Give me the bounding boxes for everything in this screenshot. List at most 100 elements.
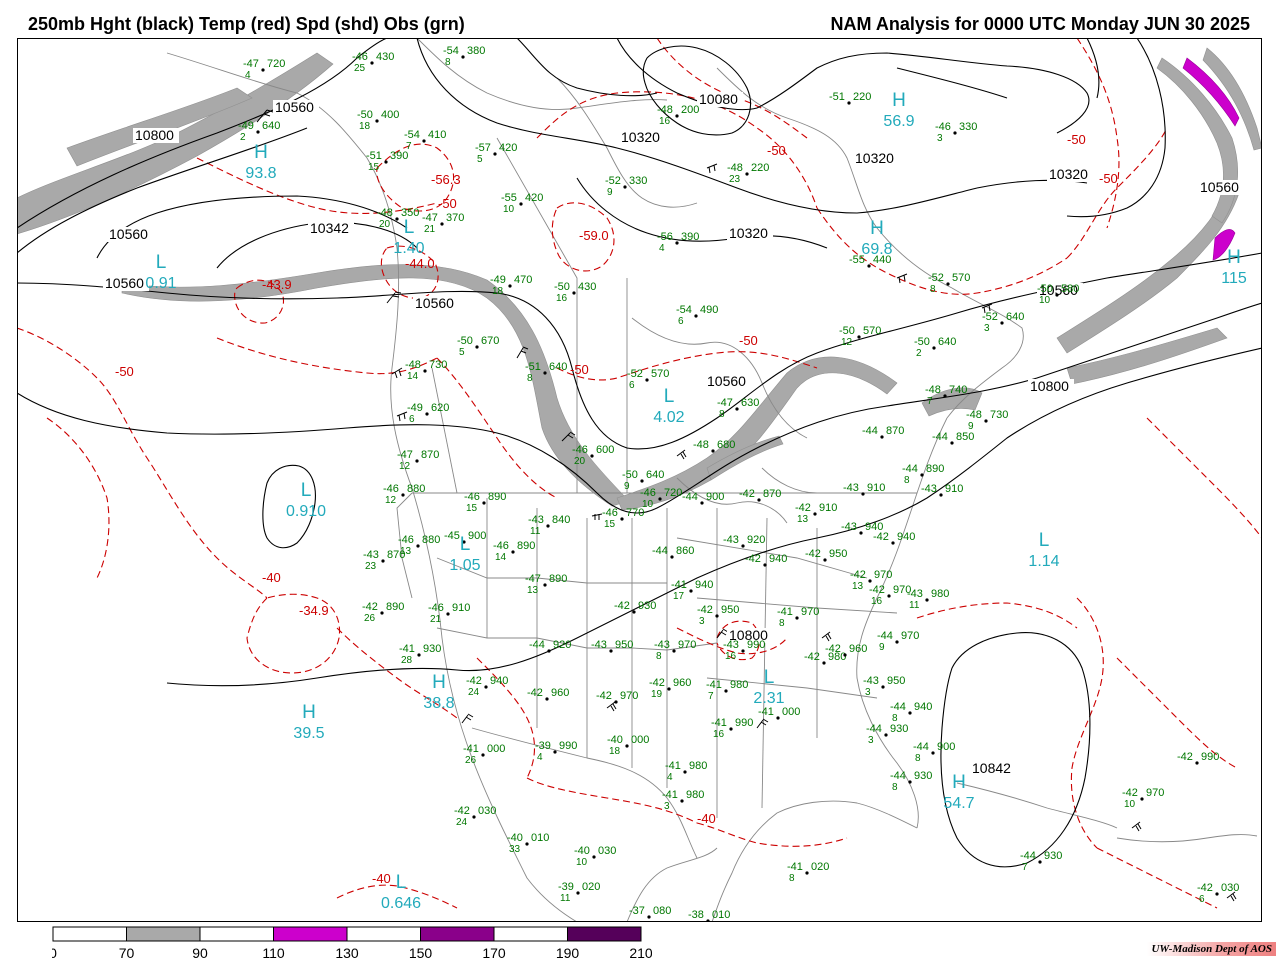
station-dot xyxy=(511,550,515,554)
obs-dewpoint: 18 xyxy=(609,746,621,757)
obs-temperature: -42 xyxy=(805,548,821,560)
obs-height: 030 xyxy=(478,805,496,817)
obs-dewpoint: 7 xyxy=(708,691,714,702)
obs-height: 850 xyxy=(956,431,974,443)
obs-temperature: -42 xyxy=(454,805,470,817)
obs-dewpoint: 8 xyxy=(892,782,898,793)
height-label: 10080 xyxy=(699,91,738,107)
obs-dewpoint: 25 xyxy=(354,63,366,74)
obs-temperature: -45 xyxy=(444,530,460,542)
height-label: 10320 xyxy=(855,150,894,166)
center-value: 93.8 xyxy=(245,165,276,182)
station-dot xyxy=(481,753,485,757)
obs-height: 030 xyxy=(598,845,616,857)
obs-dewpoint: 4 xyxy=(667,772,673,783)
station-dot xyxy=(592,855,596,859)
colorbar-swatch xyxy=(52,926,127,942)
obs-height: 030 xyxy=(1221,882,1239,894)
obs-height: 920 xyxy=(747,534,765,546)
center-letter: H xyxy=(1227,247,1241,268)
obs-height: 910 xyxy=(945,483,963,495)
obs-temperature: -51 xyxy=(366,150,382,162)
obs-dewpoint: 8 xyxy=(904,475,910,486)
obs-temperature: -42 xyxy=(795,502,811,514)
obs-temperature: -43 xyxy=(921,483,937,495)
center-letter: H xyxy=(952,772,966,793)
station-dot xyxy=(675,114,679,118)
obs-temperature: -44 xyxy=(529,639,545,651)
obs-temperature: -44 xyxy=(682,491,698,503)
obs-height: 960 xyxy=(551,687,569,699)
analysis-time: NAM Analysis for 0000 UTC Monday JUN 30 … xyxy=(830,14,1250,34)
obs-dewpoint: 3 xyxy=(699,616,705,627)
obs-height: 390 xyxy=(390,150,408,162)
station-dot xyxy=(1038,860,1042,864)
obs-temperature: -41 xyxy=(711,717,727,729)
obs-height: 570 xyxy=(952,272,970,284)
obs-height: 880 xyxy=(407,483,425,495)
speed-colorbar: 0 70 90 110 130 150 170 190 210 xyxy=(52,926,652,960)
obs-temperature: -42 xyxy=(697,604,713,616)
center-value: 38.8 xyxy=(423,695,454,712)
obs-temperature: -43 xyxy=(723,639,739,651)
station-dot xyxy=(547,649,551,653)
station-dot xyxy=(822,661,826,665)
obs-dewpoint: 18 xyxy=(492,286,504,297)
obs-temperature: -54 xyxy=(676,304,692,316)
station-dot xyxy=(675,241,679,245)
station-dot xyxy=(805,871,809,875)
temperature-label: -40 xyxy=(262,570,281,585)
station-dot xyxy=(543,583,547,587)
obs-height: 600 xyxy=(596,444,614,456)
obs-height: 880 xyxy=(422,534,440,546)
obs-height: 890 xyxy=(386,601,404,613)
station-dot xyxy=(545,697,549,701)
obs-height: 960 xyxy=(673,677,691,689)
obs-height: 220 xyxy=(853,91,871,103)
obs-height: 860 xyxy=(676,545,694,557)
station-dot xyxy=(683,770,687,774)
obs-temperature: -40 xyxy=(574,845,590,857)
obs-dewpoint: 3 xyxy=(868,735,874,746)
obs-temperature: -51 xyxy=(829,91,845,103)
station-dot xyxy=(950,441,954,445)
obs-height: 730 xyxy=(990,409,1008,421)
station-dot xyxy=(658,497,662,501)
station-dot xyxy=(776,716,780,720)
station-dot xyxy=(472,815,476,819)
obs-height: 980 xyxy=(689,760,707,772)
station-dot xyxy=(475,345,479,349)
obs-dewpoint: 26 xyxy=(465,755,477,766)
obs-dewpoint: 28 xyxy=(401,655,413,666)
station-dot xyxy=(946,282,950,286)
obs-height: 840 xyxy=(552,514,570,526)
obs-temperature: -56 xyxy=(657,231,673,243)
station-dot xyxy=(925,598,929,602)
temperature-label: -50 xyxy=(739,333,758,348)
obs-height: 000 xyxy=(487,743,505,755)
station-dot xyxy=(932,346,936,350)
obs-dewpoint: 8 xyxy=(930,284,936,295)
station-dot xyxy=(859,531,863,535)
map-title: 250mb Hght (black) Temp (red) Spd (shd) … xyxy=(28,14,465,34)
obs-dewpoint: 19 xyxy=(651,689,663,700)
obs-temperature: -52 xyxy=(928,272,944,284)
station-dot xyxy=(920,473,924,477)
obs-dewpoint: 4 xyxy=(245,70,251,81)
obs-height: 620 xyxy=(431,402,449,414)
station-dot xyxy=(645,378,649,382)
obs-dewpoint: 7 xyxy=(927,396,933,407)
obs-dewpoint: 10 xyxy=(1124,799,1136,810)
obs-temperature: -43 xyxy=(843,482,859,494)
obs-temperature: -50 xyxy=(1037,283,1053,295)
center-value: 0.910 xyxy=(286,503,326,520)
obs-temperature: -52 xyxy=(605,175,621,187)
obs-dewpoint: 21 xyxy=(430,614,442,625)
obs-temperature: -46 xyxy=(935,121,951,133)
obs-dewpoint: 2 xyxy=(240,132,246,143)
obs-temperature: -41 xyxy=(399,643,415,655)
station-dot xyxy=(711,449,715,453)
obs-temperature: -51 xyxy=(525,361,541,373)
center-letter: L xyxy=(301,480,312,501)
obs-height: 000 xyxy=(782,706,800,718)
